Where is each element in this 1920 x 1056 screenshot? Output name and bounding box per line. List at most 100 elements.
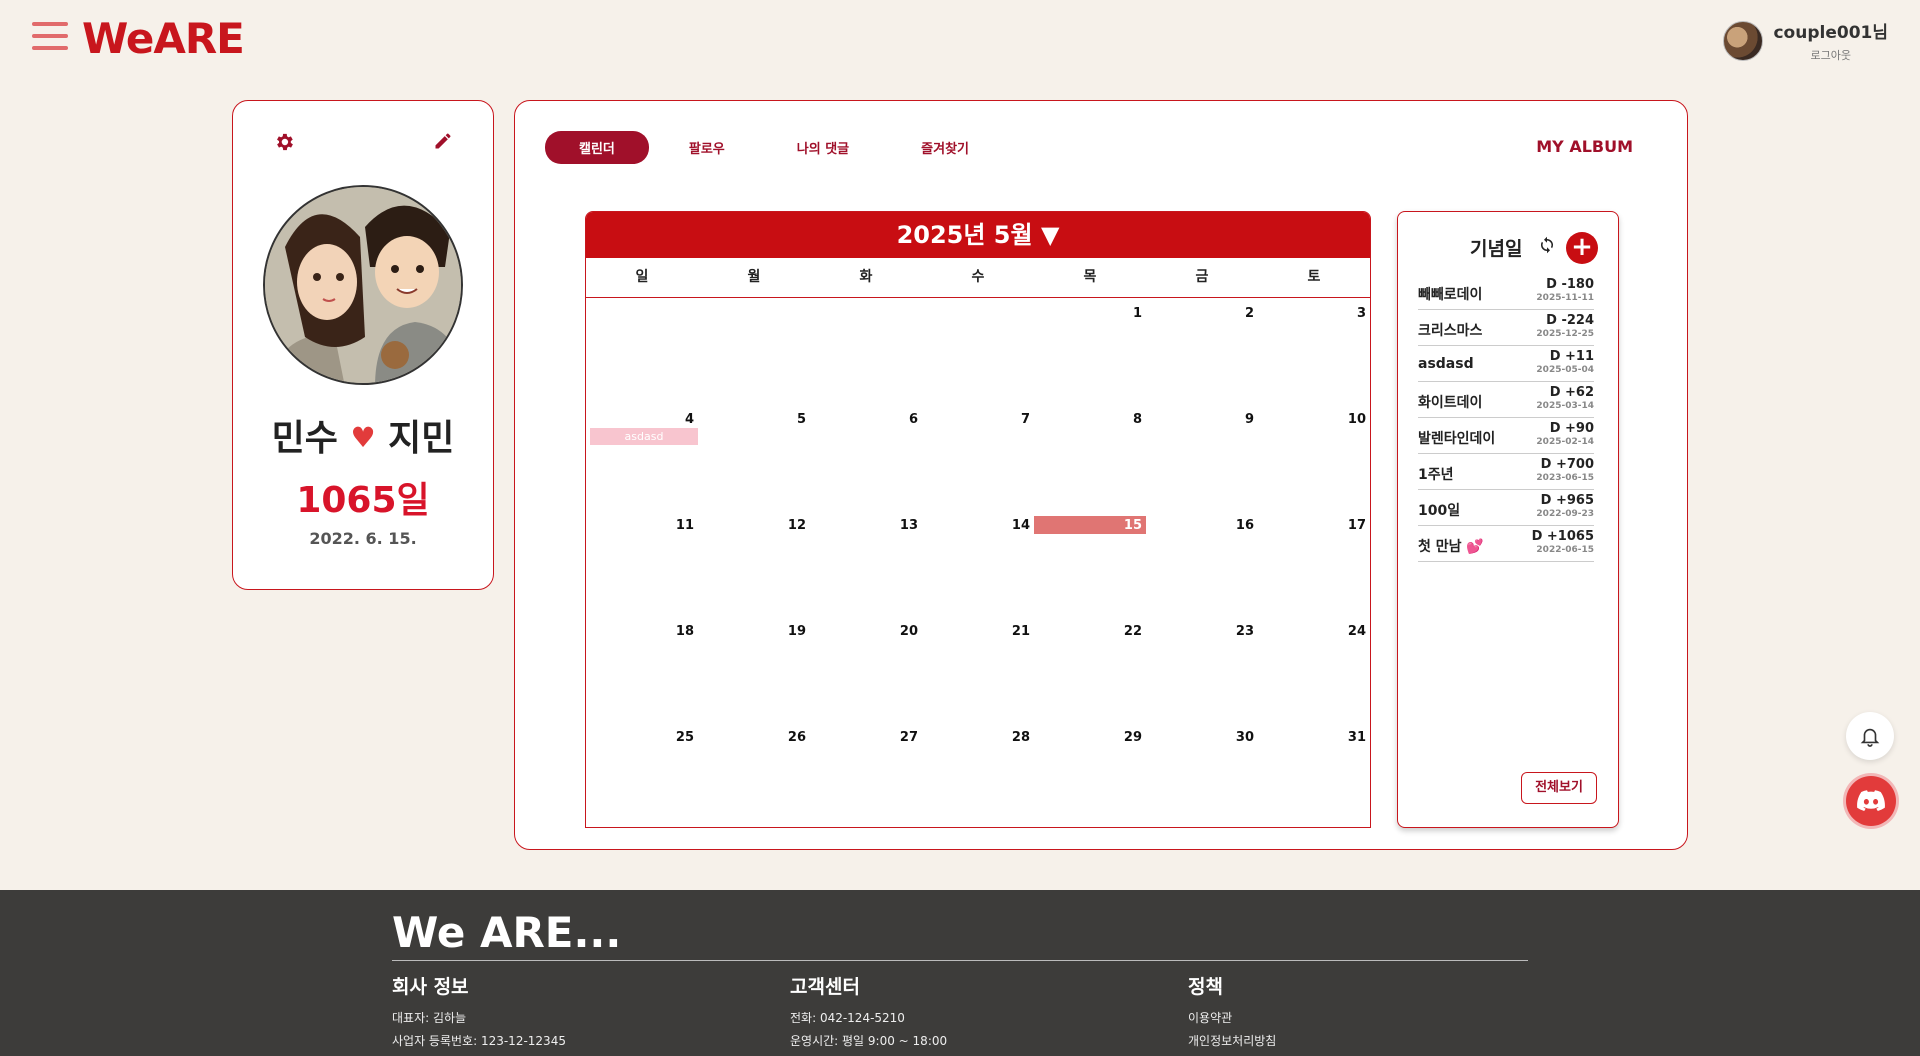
- anniversary-title: 기념일: [1470, 238, 1523, 260]
- day-number: 21: [1011, 624, 1030, 639]
- add-anniversary-button[interactable]: +: [1566, 232, 1598, 264]
- avatar[interactable]: [1723, 20, 1764, 61]
- calendar-day[interactable]: 17: [1258, 510, 1370, 616]
- day-number: 12: [787, 518, 806, 533]
- discord-button[interactable]: [1846, 776, 1896, 826]
- pencil-icon[interactable]: [433, 131, 453, 151]
- weekday-label: 목: [1083, 269, 1097, 285]
- day-number: 30: [1235, 730, 1254, 745]
- weekday-label: 수: [971, 269, 985, 285]
- days-together: 1065일: [296, 480, 430, 521]
- logout-link[interactable]: 로그아웃: [1773, 47, 1888, 63]
- anniversary-dday: D +965: [1540, 493, 1594, 508]
- tab-my-comments[interactable]: 나의 댓글: [765, 131, 881, 164]
- anniversary-name: asdasd: [1418, 356, 1474, 372]
- calendar-day[interactable]: 24: [1258, 616, 1370, 722]
- calendar-day[interactable]: 6: [810, 404, 922, 510]
- notification-button[interactable]: [1846, 712, 1894, 760]
- calendar-day[interactable]: 20: [810, 616, 922, 722]
- user-profile[interactable]: couple001님 로그아웃: [1723, 18, 1888, 63]
- couple-photo[interactable]: [263, 185, 463, 385]
- logo[interactable]: WeARE: [82, 14, 245, 63]
- month-selector[interactable]: 2025년 5월 ▼: [586, 212, 1370, 258]
- calendar-day[interactable]: 16: [1146, 510, 1258, 616]
- day-number: 28: [1011, 730, 1030, 745]
- calendar-day[interactable]: 27: [810, 722, 922, 827]
- weekday-header: 일월화수목금토: [586, 258, 1370, 298]
- calendar: 2025년 5월 ▼ 일월화수목금토 1 2 3 4 asdasd 5 6 7 8 9 10 11 12…: [585, 211, 1371, 828]
- day-number: 7: [1020, 412, 1030, 427]
- calendar-day[interactable]: 2: [1146, 298, 1258, 404]
- footer-company-heading: 회사 정보: [392, 976, 469, 998]
- anniversary-name: 1주년: [1418, 467, 1454, 483]
- calendar-day[interactable]: 26: [698, 722, 810, 827]
- anniversary-date: 2022-09-23: [1536, 509, 1594, 519]
- anniversary-item[interactable]: 첫 만남 💕 D +1065 2022-06-15: [1418, 526, 1594, 562]
- anniversary-date: 2025-02-14: [1536, 437, 1594, 447]
- day-number: 25: [675, 730, 694, 745]
- calendar-day[interactable]: 30: [1146, 722, 1258, 827]
- calendar-day[interactable]: 7: [922, 404, 1034, 510]
- calendar-day[interactable]: 5: [698, 404, 810, 510]
- anniversary-item[interactable]: 크리스마스 D -224 2025-12-25: [1418, 310, 1594, 346]
- anniversary-item[interactable]: 100일 D +965 2022-09-23: [1418, 490, 1594, 526]
- calendar-day[interactable]: 18: [586, 616, 698, 722]
- tab-calendar[interactable]: 캘린더: [545, 131, 649, 164]
- footer: We ARE... 회사 정보 대표자: 김하늘 사업자 등록번호: 123-1…: [0, 890, 1920, 1056]
- gear-icon[interactable]: [273, 131, 295, 153]
- calendar-day[interactable]: 15: [1034, 510, 1146, 616]
- calendar-day[interactable]: 22: [1034, 616, 1146, 722]
- anniversary-item[interactable]: 화이트데이 D +62 2025-03-14: [1418, 382, 1594, 418]
- anniversary-dday: D +1065: [1531, 529, 1594, 544]
- event-chip[interactable]: asdasd: [590, 428, 698, 445]
- calendar-day[interactable]: 14: [922, 510, 1034, 616]
- calendar-day[interactable]: 8: [1034, 404, 1146, 510]
- terms-link[interactable]: 이용약관: [1188, 1009, 1276, 1026]
- my-album-link[interactable]: MY ALBUM: [1536, 137, 1633, 156]
- footer-support: 고객센터 전화: 042-124-5210 운영시간: 평일 9:00 ~ 18…: [790, 972, 947, 1055]
- refresh-icon[interactable]: [1538, 236, 1556, 254]
- view-all-button[interactable]: 전체보기: [1521, 772, 1597, 804]
- calendar-day[interactable]: 29: [1034, 722, 1146, 827]
- calendar-day[interactable]: 25: [586, 722, 698, 827]
- calendar-day[interactable]: 12: [698, 510, 810, 616]
- calendar-empty-cell: [810, 298, 922, 404]
- anniversary-item[interactable]: 1주년 D +700 2023-06-15: [1418, 454, 1594, 490]
- day-number: 9: [1244, 412, 1254, 427]
- day-number: 29: [1123, 730, 1142, 745]
- weekday-label: 일: [635, 269, 649, 285]
- anniversary-item[interactable]: 빼빼로데이 D -180 2025-11-11: [1418, 274, 1594, 310]
- anniversary-list: 빼빼로데이 D -180 2025-11-11 크리스마스 D -224 2025-12-…: [1418, 274, 1594, 562]
- calendar-day[interactable]: 19: [698, 616, 810, 722]
- menu-icon[interactable]: [32, 22, 68, 54]
- anniversary-date: 2025-03-14: [1536, 401, 1594, 411]
- day-number: 27: [899, 730, 918, 745]
- privacy-link[interactable]: 개인정보처리방침: [1188, 1032, 1276, 1049]
- calendar-day[interactable]: 21: [922, 616, 1034, 722]
- anniversary-item[interactable]: 발렌타인데이 D +90 2025-02-14: [1418, 418, 1594, 454]
- calendar-day[interactable]: 1: [1034, 298, 1146, 404]
- day-number: 14: [1011, 518, 1030, 533]
- calendar-day[interactable]: 10: [1258, 404, 1370, 510]
- calendar-day[interactable]: 9: [1146, 404, 1258, 510]
- calendar-day[interactable]: 13: [810, 510, 922, 616]
- day-number: 18: [675, 624, 694, 639]
- calendar-grid: 1 2 3 4 asdasd 5 6 7 8 9 10 11 12 13 14 15 16 17 18 19 20 21 2…: [586, 298, 1370, 827]
- calendar-day[interactable]: 4 asdasd: [586, 404, 698, 510]
- footer-biz-no: 사업자 등록번호: 123-12-12345: [392, 1034, 566, 1048]
- calendar-day[interactable]: 28: [922, 722, 1034, 827]
- username: couple001님: [1773, 23, 1888, 43]
- anniversary-item[interactable]: asdasd D +11 2025-05-04: [1418, 346, 1594, 382]
- calendar-day[interactable]: 23: [1146, 616, 1258, 722]
- footer-title: We ARE...: [392, 908, 622, 957]
- calendar-day[interactable]: 3: [1258, 298, 1370, 404]
- anniversary-name: 100일: [1418, 503, 1461, 519]
- anniversary-dday: D +700: [1540, 457, 1594, 472]
- calendar-day[interactable]: 31: [1258, 722, 1370, 827]
- anniversary-dday: D +62: [1549, 385, 1594, 400]
- day-number: 22: [1123, 624, 1142, 639]
- tab-follow[interactable]: 팔로우: [657, 131, 757, 164]
- calendar-day[interactable]: 11: [586, 510, 698, 616]
- partner-name-1: 민수: [271, 418, 338, 459]
- tab-favorites[interactable]: 즐겨찾기: [889, 131, 1001, 164]
